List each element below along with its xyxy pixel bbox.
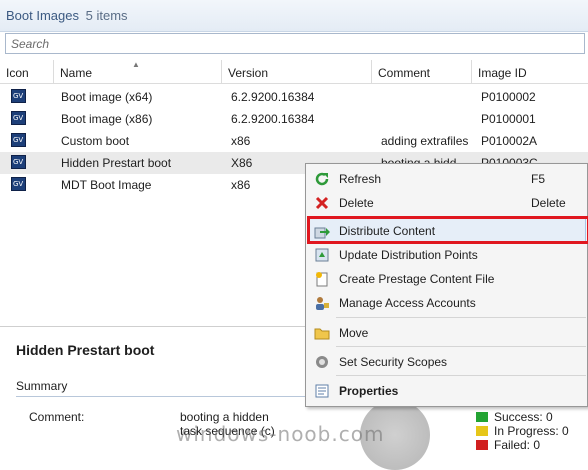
menu-item-update-distribution-points[interactable]: Update Distribution Points	[306, 244, 587, 266]
view-header: Boot Images 5 items	[0, 0, 588, 32]
folder-icon	[314, 328, 330, 340]
row-name: Custom boot	[61, 134, 130, 148]
context-menu: Refresh F5 Delete Delete Distribute Cont…	[305, 163, 588, 407]
menu-item-move[interactable]: Move	[306, 322, 587, 344]
highlight-callout-box	[307, 216, 588, 244]
in-progress-swatch	[476, 426, 488, 436]
menu-shortcut: Delete	[531, 196, 566, 210]
row-version: x86	[231, 178, 251, 192]
row-name: Hidden Prestart boot	[61, 156, 172, 170]
menu-label: Set Security Scopes	[339, 355, 448, 369]
row-image-id: P0100002	[481, 90, 536, 104]
view-title: Boot Images 5 items	[6, 8, 128, 23]
row-version: X86	[231, 156, 253, 170]
row-version: 6.2.9200.16384	[231, 90, 315, 104]
menu-separator	[336, 375, 586, 376]
table-row[interactable]: Boot image (x86) 6.2.9200.16384 P0100001	[0, 108, 588, 130]
menu-item-manage-access-accounts[interactable]: Manage Access Accounts	[306, 292, 587, 314]
legend-failed: Failed: 0	[476, 438, 540, 452]
accounts-icon	[316, 297, 329, 310]
prestage-file-icon	[316, 272, 328, 287]
watermark-text: windows-noob.com	[176, 422, 385, 446]
legend-in-progress-label: In Progress: 0	[494, 424, 569, 438]
legend-failed-label: Failed: 0	[494, 438, 541, 452]
menu-item-create-prestage[interactable]: Create Prestage Content File	[306, 268, 587, 290]
refresh-icon	[315, 172, 329, 186]
menu-shortcut: F5	[531, 172, 546, 186]
row-image-id: P010002A	[481, 134, 538, 148]
search-placeholder: Search	[11, 37, 50, 51]
boot-image-icon	[11, 155, 26, 169]
menu-item-refresh[interactable]: Refresh F5	[306, 168, 587, 190]
menu-label: Delete	[339, 196, 374, 210]
summary-tab[interactable]: Summary	[16, 379, 67, 393]
menu-separator	[336, 346, 586, 347]
item-count: 5 items	[85, 8, 128, 23]
legend-success: Success: 0	[476, 410, 553, 424]
column-header-version[interactable]: Version	[222, 60, 372, 84]
column-header-comment[interactable]: Comment	[372, 60, 472, 84]
failed-swatch	[476, 440, 488, 450]
table-row[interactable]: Custom boot x86 adding extrafiles P01000…	[0, 130, 588, 152]
success-swatch	[476, 412, 488, 422]
table-row[interactable]: Boot image (x64) 6.2.9200.16384 P0100002	[0, 86, 588, 108]
menu-separator	[336, 317, 586, 318]
column-header-row: Icon Name Version Comment Image ID	[0, 60, 588, 84]
row-comment: adding extrafiles	[381, 134, 469, 148]
properties-icon	[315, 384, 329, 398]
menu-label: Update Distribution Points	[339, 248, 478, 262]
delete-icon	[315, 196, 329, 210]
lock-icon	[316, 356, 328, 368]
boot-image-icon	[11, 177, 26, 191]
menu-label: Refresh	[339, 172, 382, 186]
search-input[interactable]: Search	[5, 33, 585, 54]
column-header-icon[interactable]: Icon	[0, 60, 54, 84]
column-header-image-id[interactable]: Image ID	[472, 60, 588, 84]
legend-success-label: Success: 0	[494, 410, 553, 424]
row-name: Boot image (x86)	[61, 112, 153, 126]
menu-item-properties[interactable]: Properties	[306, 380, 587, 402]
menu-label: Move	[339, 326, 369, 340]
boot-image-icon	[11, 111, 26, 125]
boot-image-icon	[11, 133, 26, 147]
summary-divider	[16, 396, 306, 397]
menu-label: Properties	[339, 384, 399, 398]
comment-label: Comment:	[29, 410, 85, 424]
legend-in-progress: In Progress: 0	[476, 424, 569, 438]
menu-label: Manage Access Accounts	[339, 296, 476, 310]
row-name: Boot image (x64)	[61, 90, 153, 104]
menu-label: Create Prestage Content File	[339, 272, 495, 286]
details-title: Hidden Prestart boot	[16, 342, 155, 358]
row-version: x86	[231, 134, 251, 148]
menu-item-delete[interactable]: Delete Delete	[306, 192, 587, 214]
sort-ascending-icon: ▲	[132, 60, 140, 69]
row-version: 6.2.9200.16384	[231, 112, 315, 126]
boot-image-icon	[11, 89, 26, 103]
row-image-id: P0100001	[481, 112, 536, 126]
update-distribution-points-icon	[315, 248, 329, 262]
menu-item-set-security-scopes[interactable]: Set Security Scopes	[306, 351, 587, 373]
row-name: MDT Boot Image	[61, 178, 152, 192]
view-title-text: Boot Images	[6, 8, 79, 23]
